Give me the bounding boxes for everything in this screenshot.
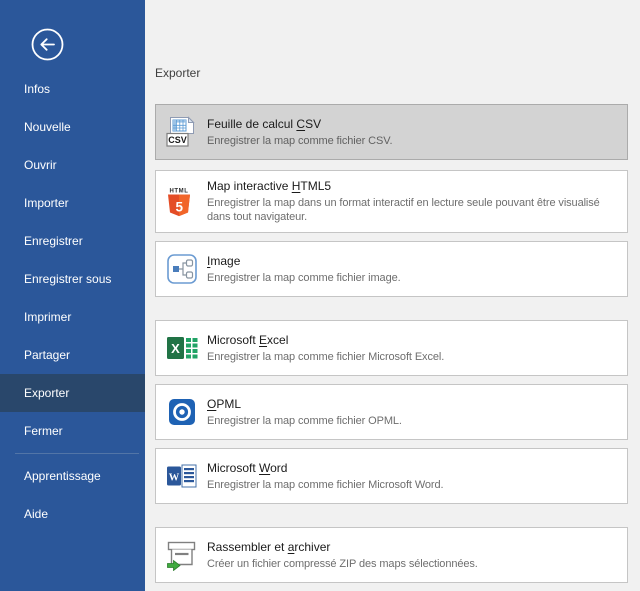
- export-option-title: Feuille de calcul CSV: [207, 117, 615, 132]
- word-icon: W: [166, 460, 198, 492]
- sidebar-item-label: Aide: [24, 507, 48, 521]
- export-option-description: Enregistrer la map comme fichier image.: [207, 271, 615, 285]
- export-option-image[interactable]: Image Enregistrer la map comme fichier i…: [155, 241, 628, 297]
- back-button[interactable]: [31, 28, 64, 61]
- export-option-title: OPML: [207, 397, 615, 412]
- sidebar-item-importer[interactable]: Importer: [0, 184, 145, 222]
- excel-icon: X: [166, 332, 198, 364]
- sidebar-item-label: Fermer: [24, 424, 63, 438]
- sidebar-item-label: Partager: [24, 348, 70, 362]
- export-option-description: Enregistrer la map comme fichier CSV.: [207, 134, 615, 148]
- back-arrow-icon: [31, 28, 64, 61]
- backstage-sidebar: Infos Nouvelle Ouvrir Importer Enregistr…: [0, 0, 145, 591]
- sidebar-item-label: Infos: [24, 82, 50, 96]
- export-option-html5[interactable]: HTML 5 Map interactive HTML5 Enregistrer…: [155, 170, 628, 233]
- sidebar-item-label: Exporter: [24, 386, 69, 400]
- sidebar-item-label: Nouvelle: [24, 120, 71, 134]
- opml-icon: [166, 396, 198, 428]
- export-option-title: Microsoft Excel: [207, 333, 615, 348]
- sidebar-item-infos[interactable]: Infos: [0, 70, 145, 108]
- export-panel: Exporter CSV Feuille de calcul CSV Enreg…: [145, 0, 640, 591]
- image-file-icon: [166, 253, 198, 285]
- sidebar-divider: [15, 453, 139, 454]
- sidebar-item-partager[interactable]: Partager: [0, 336, 145, 374]
- svg-text:W: W: [169, 473, 180, 484]
- sidebar-item-label: Importer: [24, 196, 69, 210]
- sidebar-item-label: Ouvrir: [24, 158, 57, 172]
- sidebar-item-label: Enregistrer: [24, 234, 83, 248]
- sidebar-nav: Infos Nouvelle Ouvrir Importer Enregistr…: [0, 70, 145, 533]
- sidebar-item-label: Imprimer: [24, 310, 71, 324]
- sidebar-item-aide[interactable]: Aide: [0, 495, 145, 533]
- html5-icon: HTML 5: [166, 186, 198, 218]
- svg-text:X: X: [171, 341, 180, 356]
- sidebar-item-enregistrer[interactable]: Enregistrer: [0, 222, 145, 260]
- export-option-description: Créer un fichier compressé ZIP des maps …: [207, 557, 615, 571]
- sidebar-item-ouvrir[interactable]: Ouvrir: [0, 146, 145, 184]
- export-option-excel[interactable]: X Microsoft Excel Enregistrer la map com…: [155, 320, 628, 376]
- sidebar-item-apprentissage[interactable]: Apprentissage: [0, 457, 145, 495]
- svg-text:5: 5: [175, 199, 183, 214]
- export-option-csv[interactable]: CSV Feuille de calcul CSV Enregistrer la…: [155, 104, 628, 160]
- export-option-description: Enregistrer la map dans un format intera…: [207, 196, 615, 224]
- sidebar-item-imprimer[interactable]: Imprimer: [0, 298, 145, 336]
- csv-spreadsheet-icon: CSV: [166, 116, 198, 148]
- export-option-description: Enregistrer la map comme fichier OPML.: [207, 414, 615, 428]
- sidebar-item-label: Apprentissage: [24, 469, 101, 483]
- archive-icon: [166, 539, 198, 571]
- export-option-title: Rassembler et archiver: [207, 540, 615, 555]
- export-option-description: Enregistrer la map comme fichier Microso…: [207, 478, 615, 492]
- sidebar-item-nouvelle[interactable]: Nouvelle: [0, 108, 145, 146]
- sidebar-item-label: Enregistrer sous: [24, 272, 111, 286]
- sidebar-item-fermer[interactable]: Fermer: [0, 412, 145, 450]
- svg-text:HTML: HTML: [169, 188, 188, 194]
- svg-text:CSV: CSV: [168, 135, 187, 145]
- export-option-word[interactable]: W Microsoft Word Enregistrer la map comm…: [155, 448, 628, 504]
- sidebar-item-enregistrer-sous[interactable]: Enregistrer sous: [0, 260, 145, 298]
- export-option-pack-and-go[interactable]: Rassembler et archiver Créer un fichier …: [155, 527, 628, 583]
- page-title: Exporter: [155, 66, 628, 80]
- sidebar-item-exporter[interactable]: Exporter: [0, 374, 145, 412]
- export-option-opml[interactable]: OPML Enregistrer la map comme fichier OP…: [155, 384, 628, 440]
- export-option-description: Enregistrer la map comme fichier Microso…: [207, 350, 615, 364]
- export-option-title: Microsoft Word: [207, 461, 615, 476]
- export-option-title: Map interactive HTML5: [207, 179, 615, 194]
- export-option-title: Image: [207, 254, 615, 269]
